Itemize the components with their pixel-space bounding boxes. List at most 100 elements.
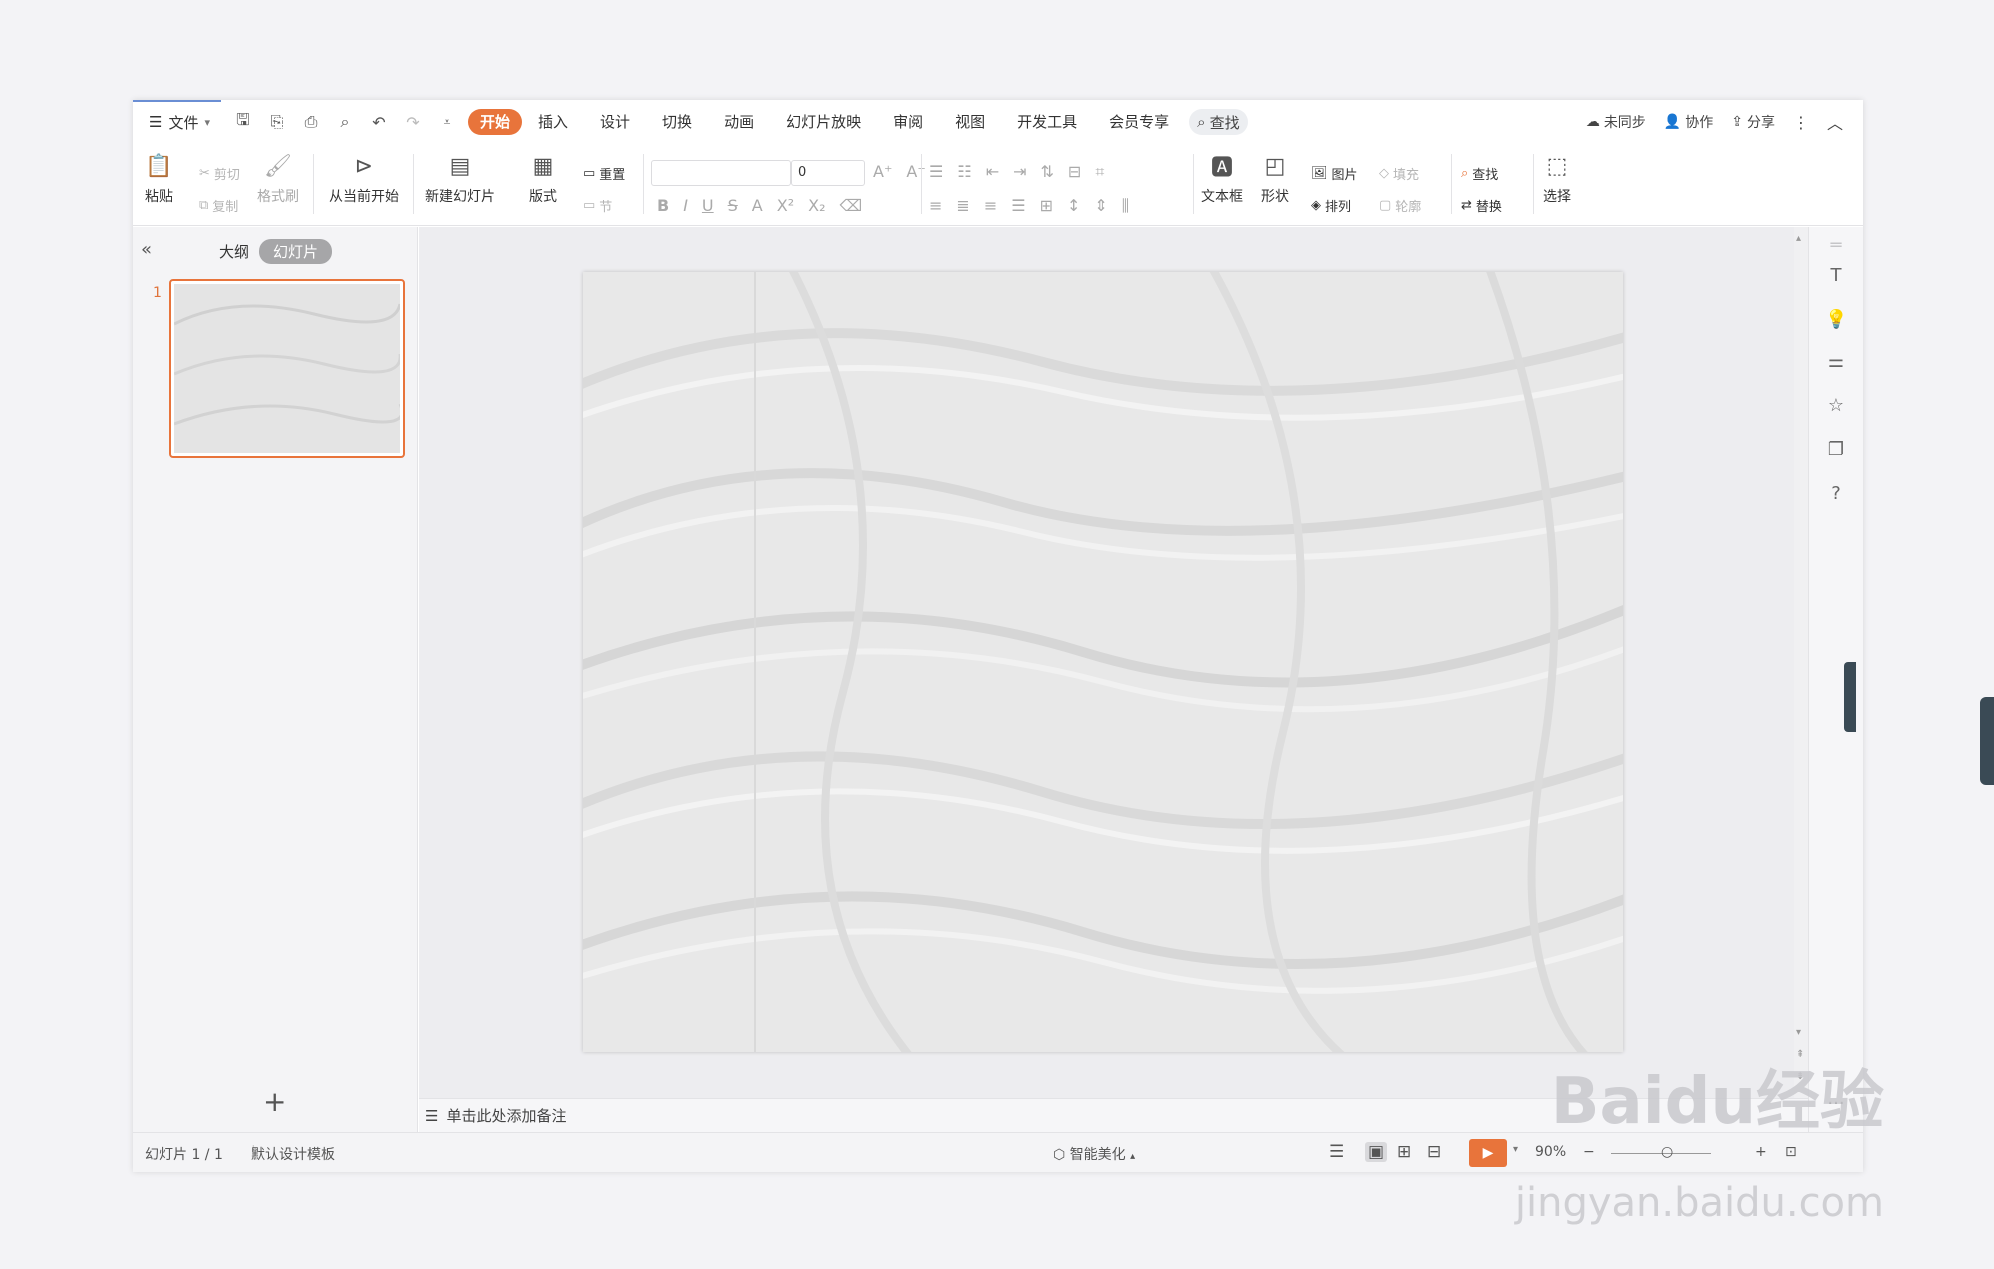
undo-icon[interactable]: ↶ — [368, 111, 390, 133]
font-color-icon[interactable]: A — [752, 196, 763, 215]
bold-icon[interactable]: B — [657, 196, 669, 215]
zoom-thumb-icon[interactable]: ○ — [1661, 1144, 1673, 1160]
bullets-icon[interactable]: ☰ — [929, 162, 943, 182]
strikethrough-icon[interactable]: S — [728, 196, 738, 215]
numbering-icon[interactable]: ☷ — [957, 162, 971, 182]
slide-canvas[interactable] — [583, 272, 1623, 1052]
sorter-view-icon[interactable]: ⊞ — [1397, 1142, 1411, 1162]
tab-search[interactable]: ⌕ 查找 — [1189, 109, 1248, 135]
zoom-in-icon[interactable]: + — [1755, 1144, 1767, 1160]
template-name[interactable]: 默认设计模板 — [251, 1144, 335, 1164]
collapse-ribbon-icon[interactable]: ︿ — [1827, 110, 1843, 134]
arrange-button[interactable]: ◈ 排列 — [1311, 196, 1351, 215]
tab-slideshow[interactable]: 幻灯片放映 — [770, 109, 877, 135]
reset-button[interactable]: ▭ 重置 — [583, 164, 625, 183]
font-size-select[interactable]: 0 — [791, 160, 865, 186]
normal-view-icon[interactable]: ▣ — [1365, 1142, 1388, 1162]
share-doc-icon[interactable]: ⎘ — [266, 111, 288, 133]
new-slide-button[interactable]: ▤ 新建幻灯片 — [425, 152, 495, 206]
subscript-icon[interactable]: X₂ — [808, 196, 825, 215]
find-button[interactable]: ⌕ 查找 — [1461, 164, 1498, 183]
zoom-level[interactable]: 90% — [1535, 1144, 1566, 1160]
tab-home[interactable]: 开始 — [468, 109, 523, 135]
picture-button[interactable]: 🖼 图片 — [1311, 164, 1358, 183]
fit-window-icon[interactable]: ⊡ — [1785, 1144, 1797, 1160]
from-current-button[interactable]: ⊳ 从当前开始 — [329, 152, 399, 206]
outline-tab[interactable]: 大纲 — [219, 241, 249, 262]
align-right-icon[interactable]: ≡ — [984, 196, 997, 216]
redo-icon[interactable]: ↷ — [402, 111, 424, 133]
outline-button[interactable]: ▢ 轮廓 — [1379, 196, 1421, 215]
align-left-icon[interactable]: ≡ — [929, 196, 942, 216]
para-spacing-icon[interactable]: ⇕ — [1094, 196, 1107, 216]
add-slide-icon[interactable]: + — [263, 1085, 286, 1118]
sliders-icon[interactable]: ⚌ — [1825, 351, 1847, 372]
font-family-select[interactable] — [651, 160, 791, 186]
more-icon[interactable]: ⋮ — [1793, 113, 1809, 132]
layers-icon[interactable]: ❐ — [1825, 439, 1847, 460]
font-shrink-icon[interactable]: A⁻ — [906, 162, 925, 181]
scroll-up-icon[interactable]: ▴ — [1796, 233, 1801, 244]
select-button[interactable]: ⬚ 选择 — [1543, 152, 1571, 206]
zoom-out-icon[interactable]: − — [1583, 1144, 1595, 1160]
eraser-icon[interactable]: ⌫ — [840, 196, 863, 215]
indent-icon[interactable]: ⇥ — [1013, 162, 1026, 182]
tab-member[interactable]: 会员专享 — [1093, 109, 1185, 135]
layout-button[interactable]: ▦ 版式 — [529, 152, 557, 206]
font-grow-icon[interactable]: A⁺ — [873, 162, 892, 181]
text-direction-icon[interactable]: ⇅ — [1041, 162, 1054, 182]
align-center-icon[interactable]: ≣ — [956, 196, 969, 216]
star-icon[interactable]: ☆ — [1825, 395, 1847, 416]
sync-button[interactable]: ☁ 未同步 — [1586, 112, 1646, 132]
tab-developer[interactable]: 开发工具 — [1001, 109, 1093, 135]
align-text-icon[interactable]: ⊟ — [1068, 162, 1081, 182]
side-panel-handle-outer[interactable] — [1980, 697, 1994, 785]
collapse-icon[interactable]: « — [141, 239, 152, 260]
play-options-icon[interactable]: ▾ — [1513, 1144, 1518, 1155]
justify-icon[interactable]: ☰ — [1011, 196, 1025, 216]
text-style-icon[interactable]: T — [1825, 265, 1847, 286]
customize-icon[interactable]: ⩡ — [436, 111, 458, 133]
text-wrap-icon[interactable]: ⌗ — [1095, 162, 1104, 182]
tab-view[interactable]: 视图 — [939, 109, 1001, 135]
file-menu-button[interactable]: ☰ 文件 ▾ — [149, 112, 210, 133]
italic-icon[interactable]: I — [683, 196, 688, 215]
tab-insert[interactable]: 插入 — [522, 109, 584, 135]
section-button[interactable]: ▭ 节 — [583, 196, 612, 215]
tab-animation[interactable]: 动画 — [708, 109, 770, 135]
share-button[interactable]: ⇪ 分享 — [1731, 112, 1775, 132]
shape-button[interactable]: ◰ 形状 — [1261, 152, 1289, 206]
reading-view-icon[interactable]: ⊟ — [1427, 1142, 1441, 1162]
scroll-down-icon[interactable]: ▾ — [1796, 1027, 1801, 1038]
print-icon[interactable]: ⎙ — [300, 111, 322, 133]
line-spacing-icon[interactable]: ↕ — [1067, 196, 1080, 216]
columns-icon[interactable]: ⫼ — [1122, 196, 1129, 216]
play-button[interactable]: ▶ — [1469, 1139, 1507, 1167]
print-preview-icon[interactable]: ⌕ — [334, 111, 356, 133]
outdent-icon[interactable]: ⇤ — [986, 162, 999, 182]
collab-button[interactable]: 👤 协作 — [1664, 112, 1713, 132]
paste-button[interactable]: 📋 粘贴 — [145, 152, 173, 206]
superscript-icon[interactable]: X² — [777, 196, 794, 215]
copy-button[interactable]: ⧉ 复制 — [199, 196, 238, 215]
tab-review[interactable]: 审阅 — [877, 109, 939, 135]
format-painter-button[interactable]: 🖌 格式刷 — [257, 152, 299, 206]
replace-button[interactable]: ⇄ 替换 — [1461, 196, 1502, 215]
slides-tab[interactable]: 幻灯片 — [259, 239, 333, 264]
notes-toggle-icon[interactable]: ☰ — [1329, 1142, 1344, 1162]
cut-button[interactable]: ✂ 剪切 — [199, 164, 240, 183]
side-panel-handle[interactable] — [1844, 662, 1856, 732]
tab-transition[interactable]: 切换 — [646, 109, 708, 135]
underline-icon[interactable]: U — [702, 196, 714, 215]
distribute-icon[interactable]: ⊞ — [1040, 196, 1053, 216]
slide-thumbnail[interactable] — [169, 279, 405, 458]
save-icon[interactable]: 🖫 — [232, 110, 254, 133]
fill-button[interactable]: ◇ 填充 — [1379, 164, 1419, 183]
textbox-button[interactable]: 🅰 文本框 — [1201, 152, 1243, 206]
vertical-scrollbar[interactable]: ▴ ▾ ⇞ ⇟ — [1794, 227, 1808, 1098]
tab-design[interactable]: 设计 — [584, 109, 646, 135]
drag-handle-icon[interactable]: ═ — [1825, 235, 1847, 256]
smart-beautify-button[interactable]: ⬡ 智能美化 ▴ — [1053, 1144, 1135, 1164]
help-icon[interactable]: ? — [1825, 483, 1847, 504]
lightbulb-icon[interactable]: 💡 — [1825, 309, 1847, 330]
